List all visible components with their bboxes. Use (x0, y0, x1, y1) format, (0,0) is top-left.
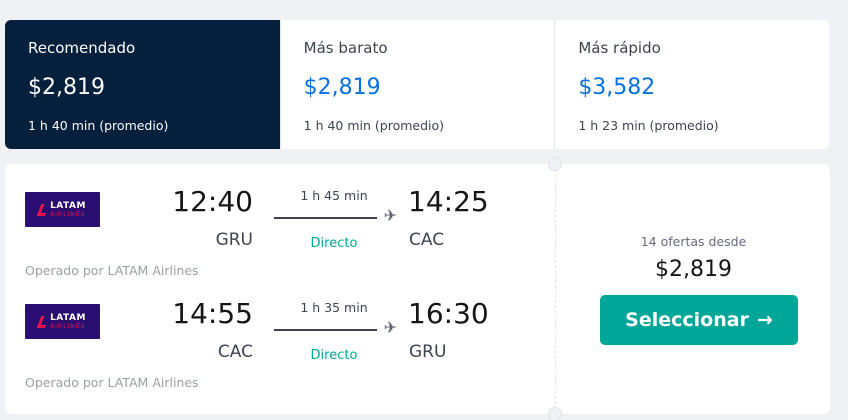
arrival-time: 14:25 (408, 185, 489, 218)
departure-airport: GRU (215, 230, 253, 250)
tab-duration: 1 h 23 min (promedio) (578, 118, 719, 133)
flight-result-card[interactable]: LATAM AIRLINES 12:40 GRU 1 h 45 min ✈ Di… (5, 157, 830, 420)
stops-label: Directo (310, 236, 358, 251)
itinerary-panel[interactable]: LATAM AIRLINES 12:40 GRU 1 h 45 min ✈ Di… (5, 164, 555, 414)
return-leg: LATAM AIRLINES 14:55 CAC 1 h 35 min ✈ Di… (5, 294, 555, 386)
departure-time: 12:40 (172, 185, 253, 218)
latam-logo-icon (36, 203, 50, 216)
logo-subtext: AIRLINES (50, 322, 86, 330)
ticket-notch (548, 157, 562, 171)
tab-cheapest[interactable]: Más barato $2,819 1 h 40 min (promedio) (279, 20, 555, 149)
tab-duration: 1 h 40 min (promedio) (28, 118, 169, 133)
tab-recommended[interactable]: Recomendado $2,819 1 h 40 min (promedio) (5, 20, 280, 149)
tab-price: $3,582 (578, 75, 656, 100)
logo-text: LATAM (50, 200, 86, 211)
tab-price: $2,819 (303, 75, 381, 100)
departure-airport: CAC (217, 342, 253, 362)
select-button[interactable]: Seleccionar → (600, 295, 798, 345)
departure-time: 14:55 (172, 297, 253, 330)
tab-label: Recomendado (28, 39, 136, 57)
select-button-label: Seleccionar (625, 309, 749, 331)
airline-logo: LATAM AIRLINES (25, 304, 100, 339)
tab-duration: 1 h 40 min (promedio) (303, 118, 445, 133)
tab-fastest[interactable]: Más rápido $3,582 1 h 23 min (promedio) (554, 20, 829, 149)
airline-logo: LATAM AIRLINES (25, 192, 100, 227)
flight-duration: 1 h 35 min (300, 300, 368, 315)
arrival-airport: CAC (409, 230, 445, 250)
outbound-leg: LATAM AIRLINES 12:40 GRU 1 h 45 min ✈ Di… (5, 182, 555, 274)
route-line (274, 217, 377, 219)
arrival-time: 16:30 (408, 297, 489, 330)
plane-icon: ✈ (383, 318, 397, 337)
stops-label: Directo (310, 348, 358, 363)
flight-duration: 1 h 45 min (300, 188, 368, 203)
price-panel: 14 ofertas desde $2,819 Seleccionar → (555, 164, 830, 414)
tab-label: Más rápido (578, 39, 661, 57)
leg-duration-info: 1 h 45 min ✈ Directo (274, 188, 397, 253)
arrival-airport: GRU (409, 342, 447, 362)
operated-by: Operado por LATAM Airlines (25, 263, 199, 278)
offers-count: 14 ofertas desde (640, 234, 747, 249)
tab-label: Más barato (303, 39, 388, 57)
leg-duration-info: 1 h 35 min ✈ Directo (274, 300, 397, 365)
sort-tabs: Recomendado $2,819 1 h 40 min (promedio)… (5, 20, 829, 149)
ticket-notch (548, 407, 562, 420)
logo-text: LATAM (50, 312, 86, 323)
result-price: $2,819 (655, 257, 732, 282)
plane-icon: ✈ (383, 206, 397, 225)
route-line (274, 329, 377, 331)
latam-logo-icon (36, 315, 50, 328)
logo-subtext: AIRLINES (50, 210, 86, 218)
operated-by: Operado por LATAM Airlines (25, 375, 199, 390)
arrow-right-icon: → (756, 309, 773, 331)
tab-price: $2,819 (28, 75, 105, 100)
